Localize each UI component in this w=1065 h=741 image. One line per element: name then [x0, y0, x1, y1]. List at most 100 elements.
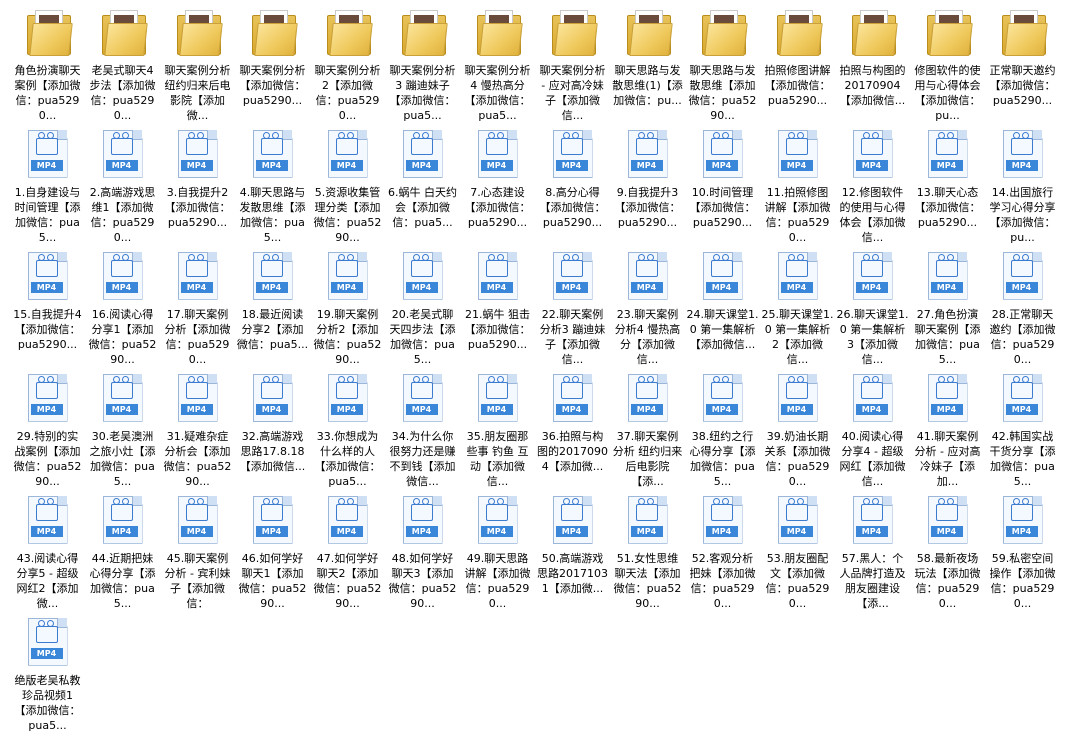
- mp4-badge: MP4: [555, 404, 588, 415]
- mp4-file-item[interactable]: MP4 13.聊天心态【添加微信：pua5290...: [910, 122, 985, 244]
- mp4-file-item[interactable]: MP4 31.疑难杂症分析会【添加微信：pua5290...: [160, 366, 235, 488]
- mp4-file-item[interactable]: MP4 17.聊天案例分析【添加微信：pua5290...: [160, 244, 235, 366]
- file-name-label: 聊天案例分析 - 应对高冷妹子【添加微信...: [539, 63, 606, 122]
- folder-item[interactable]: 聊天思路与发散思维(1)【添加微信：pu...: [610, 0, 685, 122]
- mp4-file-item[interactable]: MP4 59.私密空间操作【添加微信：pua5290...: [985, 488, 1060, 610]
- file-name-label: 46.如何学好聊天1【添加微信：pua5290...: [238, 551, 307, 610]
- mp4-file-item[interactable]: MP4 8.高分心得【添加微信：pua5290...: [535, 122, 610, 244]
- mp4-file-item[interactable]: MP4 35.朋友圈那些事 钓鱼 互动【添加微信...: [460, 366, 535, 488]
- folder-item[interactable]: 聊天案例分析 纽约归来后电影院【添加微...: [160, 0, 235, 122]
- folder-icon: [620, 4, 676, 60]
- mp4-file-item[interactable]: MP4 22.聊天案例分析3 蹦迪妹子【添加微信...: [535, 244, 610, 366]
- mp4-badge: MP4: [330, 403, 363, 415]
- mp4-file-item[interactable]: MP4 15.自我提升4【添加微信：pua5290...: [10, 244, 85, 366]
- mp4-file-item[interactable]: MP4 38.纽约之行心得分享【添加微信：pua5...: [685, 366, 760, 488]
- mp4-file-item[interactable]: MP4 6.蜗牛 白天约会【添加微信：pua5...: [385, 122, 460, 244]
- mp4-video-icon: MP4: [845, 126, 901, 182]
- mp4-file-item[interactable]: MP4 16.阅读心得分享1【添加微信：pua5290...: [85, 244, 160, 366]
- folder-item[interactable]: 角色扮演聊天案例【添加微信：pua5290...: [10, 0, 85, 122]
- file-name-label: 14.出国旅行学习心得分享【添加微信：pu...: [989, 185, 1056, 244]
- mp4-badge: MP4: [30, 159, 63, 171]
- folder-item[interactable]: 聊天案例分析 - 应对高冷妹子【添加微信...: [535, 0, 610, 122]
- mp4-file-item[interactable]: MP4 26.聊天课堂1.0 第一集解析3【添加微信...: [835, 244, 910, 366]
- folder-icon: [170, 4, 226, 60]
- mp4-file-item[interactable]: MP4 49.聊天思路讲解【添加微信：pua5290...: [460, 488, 535, 610]
- file-name-label: 聊天案例分析3 蹦迪妹子【添加微信：pua5...: [389, 63, 456, 122]
- mp4-file-item[interactable]: MP4 绝版老吴私教珍品视频1【添加微信：pua5...: [10, 610, 85, 732]
- mp4-file-item[interactable]: MP4 36.拍照与构图的20170904【添加微...: [535, 366, 610, 488]
- mp4-file-item[interactable]: MP4 33.你想成为什么样的人【添加微信：pua5...: [310, 366, 385, 488]
- mp4-file-item[interactable]: MP4 43.阅读心得分享5 - 超级网红2【添加微...: [10, 488, 85, 610]
- mp4-file-item[interactable]: MP4 7.心态建设【添加微信：pua5290...: [460, 122, 535, 244]
- mp4-file-item[interactable]: MP4 27.角色扮演聊天案例【添加微信：pua5...: [910, 244, 985, 366]
- mp4-file-item[interactable]: MP4 5.资源收集管理分类【添加微信：pua5290...: [310, 122, 385, 244]
- file-name-label: 8.高分心得【添加微信：pua5290...: [539, 186, 606, 229]
- file-name-label: 11.拍照修图讲解【添加微信：pua5290...: [764, 185, 831, 244]
- mp4-file-item[interactable]: MP4 58.最新夜场玩法【添加微信：pua5290...: [910, 488, 985, 610]
- mp4-file-item[interactable]: MP4 39.奶油长期关系【添加微信：pua5290...: [760, 366, 835, 488]
- mp4-badge: MP4: [930, 281, 963, 293]
- mp4-file-item[interactable]: MP4 25.聊天课堂1.0 第一集解析2【添加微信...: [760, 244, 835, 366]
- mp4-video-icon: MP4: [320, 492, 376, 548]
- mp4-file-item[interactable]: MP4 44.近期把妹心得分享【添加微信：pua5...: [85, 488, 160, 610]
- mp4-video-icon: MP4: [620, 126, 676, 182]
- folder-item[interactable]: 聊天案例分析2【添加微信：pua5290...: [310, 0, 385, 122]
- mp4-video-icon: MP4: [320, 248, 376, 304]
- mp4-video-icon: MP4: [845, 370, 901, 426]
- file-name-label: 47.如何学好聊天2【添加微信：pua5290...: [313, 551, 382, 610]
- mp4-file-item[interactable]: MP4 48.如何学好聊天3【添加微信：pua5290...: [385, 488, 460, 610]
- mp4-file-item[interactable]: MP4 23.聊天案例分析4 慢热高分【添加微信...: [610, 244, 685, 366]
- mp4-file-item[interactable]: MP4 11.拍照修图讲解【添加微信：pua5290...: [760, 122, 835, 244]
- mp4-file-item[interactable]: MP4 18.最近阅读分享2【添加微信：pua5...: [235, 244, 310, 366]
- mp4-file-item[interactable]: MP4 41.聊天案例分析 - 应对高冷妹子【添加...: [910, 366, 985, 488]
- mp4-file-item[interactable]: MP4 32.高端游戏思路17.8.18【添加微信...: [235, 366, 310, 488]
- file-name-label: 聊天案例分析2【添加微信：pua5290...: [314, 63, 381, 122]
- mp4-file-item[interactable]: MP4 34.为什么你很努力还是赚不到钱【添加微信...: [385, 366, 460, 488]
- mp4-video-icon: MP4: [770, 370, 826, 426]
- mp4-file-item[interactable]: MP4 21.蜗牛 狙击【添加微信：pua5290...: [460, 244, 535, 366]
- mp4-file-item[interactable]: MP4 4.聊天思路与发散思维【添加微信：pua5...: [235, 122, 310, 244]
- file-name-label: 43.阅读心得分享5 - 超级网红2【添加微...: [16, 551, 79, 610]
- folder-item[interactable]: 聊天案例分析【添加微信：pua5290...: [235, 0, 310, 122]
- mp4-file-item[interactable]: MP4 47.如何学好聊天2【添加微信：pua5290...: [310, 488, 385, 610]
- mp4-badge: MP4: [255, 282, 288, 293]
- mp4-file-item[interactable]: MP4 42.韩国实战干货分享【添加微信：pua5...: [985, 366, 1060, 488]
- mp4-file-item[interactable]: MP4 51.女性思维聊天法【添加微信：pua5290...: [610, 488, 685, 610]
- mp4-file-item[interactable]: MP4 53.朋友圈配文【添加微信：pua5290...: [760, 488, 835, 610]
- folder-item[interactable]: 拍照修图讲解【添加微信：pua5290...: [760, 0, 835, 122]
- mp4-file-item[interactable]: MP4 28.正常聊天邀约【添加微信：pua5290...: [985, 244, 1060, 366]
- file-name-label: 拍照修图讲解【添加微信：pua5290...: [764, 64, 831, 107]
- folder-item[interactable]: 聊天案例分析4 慢热高分【添加微信：pua5...: [460, 0, 535, 122]
- folder-item[interactable]: 聊天案例分析3 蹦迪妹子【添加微信：pua5...: [385, 0, 460, 122]
- folder-item[interactable]: 拍照与构图的20170904【添加微信...: [835, 0, 910, 122]
- folder-item[interactable]: 正常聊天邀约【添加微信：pua5290...: [985, 0, 1060, 122]
- mp4-file-item[interactable]: MP4 40.阅读心得分享4 - 超级网红【添加微信...: [835, 366, 910, 488]
- folder-item[interactable]: 修图软件的使用与心得体会【添加微信：pu...: [910, 0, 985, 122]
- mp4-file-item[interactable]: MP4 2.高端游戏思维1【添加微信：pua5290...: [85, 122, 160, 244]
- mp4-file-item[interactable]: MP4 1.自身建设与时间管理【添加微信：pua5...: [10, 122, 85, 244]
- mp4-file-item[interactable]: MP4 12.修图软件的使用与心得体会【添加微信...: [835, 122, 910, 244]
- mp4-file-item[interactable]: MP4 37.聊天案例分析 纽约归来后电影院【添...: [610, 366, 685, 488]
- mp4-file-item[interactable]: MP4 45.聊天案例分析 - 宾利妹子【添加微信：: [160, 488, 235, 610]
- folder-item[interactable]: 老吴式聊天4步法【添加微信：pua5290...: [85, 0, 160, 122]
- mp4-video-icon: MP4: [395, 492, 451, 548]
- mp4-file-item[interactable]: MP4 29.特别的实战案例【添加微信：pua5290...: [10, 366, 85, 488]
- mp4-file-item[interactable]: MP4 57.黑人：个人品牌打造及朋友圈建设【添...: [835, 488, 910, 610]
- mp4-badge: MP4: [180, 525, 213, 537]
- mp4-file-item[interactable]: MP4 50.高端游戏思路20171031【添加微...: [535, 488, 610, 610]
- file-name-label: 聊天案例分析【添加微信：pua5290...: [239, 64, 306, 107]
- folder-item[interactable]: 聊天思路与发散思维【添加微信：pua5290...: [685, 0, 760, 122]
- mp4-file-item[interactable]: MP4 9.自我提升3【添加微信：pua5290...: [610, 122, 685, 244]
- mp4-file-item[interactable]: MP4 3.自我提升2【添加微信：pua5290...: [160, 122, 235, 244]
- mp4-file-item[interactable]: MP4 20.老吴式聊天四步法【添加微信：pua5...: [385, 244, 460, 366]
- mp4-file-item[interactable]: MP4 24.聊天课堂1.0 第一集解析【添加微信...: [685, 244, 760, 366]
- mp4-badge: MP4: [855, 403, 888, 415]
- mp4-file-item[interactable]: MP4 19.聊天案例分析2【添加微信：pua5290...: [310, 244, 385, 366]
- mp4-file-item[interactable]: MP4 46.如何学好聊天1【添加微信：pua5290...: [235, 488, 310, 610]
- mp4-file-item[interactable]: MP4 10.时间管理【添加微信：pua5290...: [685, 122, 760, 244]
- file-name-label: 48.如何学好聊天3【添加微信：pua5290...: [388, 551, 457, 610]
- mp4-file-item[interactable]: MP4 52.客观分析把妹【添加微信：pua5290...: [685, 488, 760, 610]
- mp4-file-item[interactable]: MP4 14.出国旅行学习心得分享【添加微信：pu...: [985, 122, 1060, 244]
- mp4-badge: MP4: [30, 647, 63, 659]
- mp4-file-item[interactable]: MP4 30.老吴澳洲之旅小灶【添加微信：pua5...: [85, 366, 160, 488]
